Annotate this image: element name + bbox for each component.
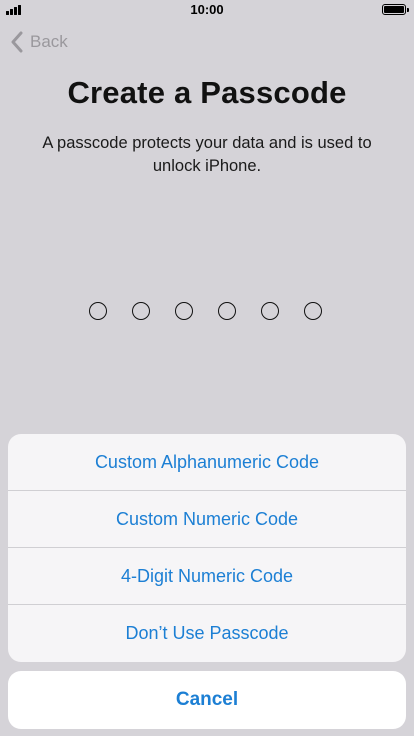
passcode-options-sheet: Custom Alphanumeric Code Custom Numeric …: [8, 434, 406, 662]
back-label: Back: [30, 32, 68, 51]
passcode-dot: [261, 302, 279, 320]
passcode-dot: [175, 302, 193, 320]
passcode-dot: [132, 302, 150, 320]
battery-tip: [407, 7, 409, 12]
passcode-dot: [89, 302, 107, 320]
battery-icon: [382, 4, 406, 15]
page-title: Create a Passcode: [67, 75, 347, 110]
passcode-dots: [89, 302, 329, 322]
chevron-left-icon: [11, 31, 23, 53]
back-button[interactable]: Back: [10, 30, 68, 54]
four-digit-numeric-code-button[interactable]: 4-Digit Numeric Code: [8, 548, 406, 605]
status-time: 10:00: [190, 2, 224, 17]
page-description: A passcode protects your data and is use…: [42, 134, 372, 175]
status-bar: 10:00: [0, 0, 414, 20]
passcode-dot: [304, 302, 322, 320]
custom-numeric-code-button[interactable]: Custom Numeric Code: [8, 491, 406, 548]
custom-alphanumeric-code-button[interactable]: Custom Alphanumeric Code: [8, 434, 406, 491]
dont-use-passcode-button[interactable]: Don’t Use Passcode: [8, 605, 406, 662]
battery-fill: [384, 6, 404, 13]
cancel-button[interactable]: Cancel: [8, 671, 406, 729]
passcode-dot: [218, 302, 236, 320]
